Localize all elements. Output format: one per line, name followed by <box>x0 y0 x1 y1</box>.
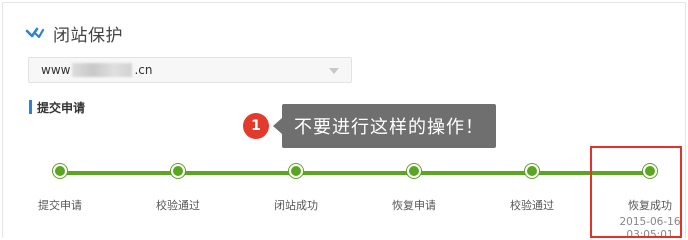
step-dot <box>171 164 185 178</box>
callout-pointer <box>273 118 282 134</box>
page-title: 闭站保护 <box>53 25 123 46</box>
domain-prefix: www <box>41 63 71 77</box>
step-label: 校验通过 <box>510 199 554 212</box>
highlight-box <box>590 146 682 238</box>
domain-suffix: .cn <box>134 63 153 77</box>
progress-timeline: 提交申请 校验通过 闭站成功 恢复申请 校验通过 恢复成功 2015-06-16… <box>3 153 688 240</box>
chevron-down-icon[interactable] <box>329 68 339 74</box>
warning-callout: 1 不要进行这样的操作！ <box>243 104 496 148</box>
timeline-step-closed: 闭站成功 <box>246 164 346 213</box>
page-header: 闭站保护 <box>25 19 123 47</box>
panel: 闭站保护 www .cn 提交申请 1 不要进行这样的操作！ 提交申请 校验通过… <box>2 2 688 240</box>
step-label: 闭站成功 <box>274 199 318 212</box>
section-accent-bar <box>29 100 32 114</box>
warning-message: 不要进行这样的操作！ <box>282 104 496 148</box>
timeline-step-verified: 校验通过 <box>128 164 228 213</box>
timeline-step-submit: 提交申请 <box>10 164 110 213</box>
step-dot <box>289 164 303 178</box>
step-label: 校验通过 <box>156 199 200 212</box>
domain-select[interactable]: www .cn <box>28 57 352 83</box>
step-label: 提交申请 <box>38 199 82 212</box>
warning-number-badge: 1 <box>243 113 269 139</box>
section-heading: 提交申请 <box>29 99 85 115</box>
section-title: 提交申请 <box>37 100 86 115</box>
step-dot <box>525 164 539 178</box>
timeline-step-restore-verified: 校验通过 <box>482 164 582 213</box>
domain-redacted <box>72 63 133 77</box>
step-label: 恢复申请 <box>392 199 436 212</box>
step-dot <box>53 164 67 178</box>
step-dot <box>407 164 421 178</box>
timeline-step-restore-request: 恢复申请 <box>364 164 464 213</box>
check-logo-icon <box>25 27 45 39</box>
